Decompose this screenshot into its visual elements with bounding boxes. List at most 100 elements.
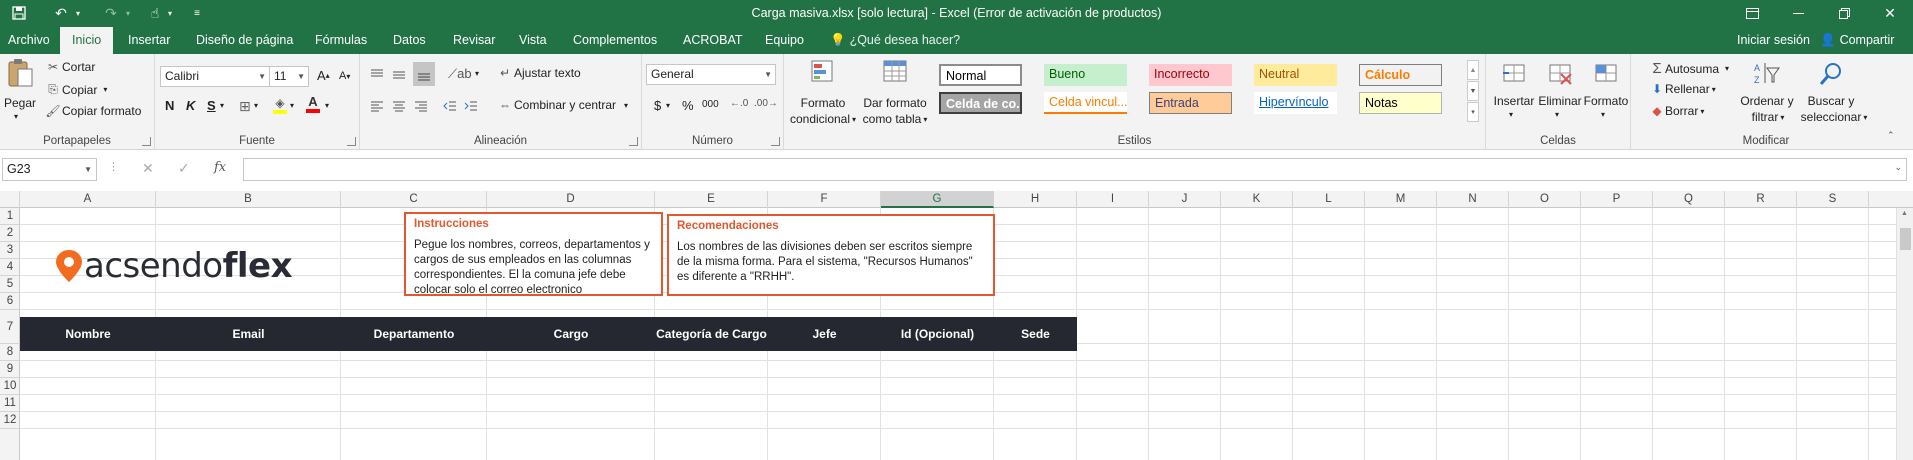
row-header-3[interactable]: 3 bbox=[0, 242, 20, 259]
column-header-q[interactable]: Q bbox=[1653, 191, 1725, 208]
row-header-1[interactable]: 1 bbox=[0, 208, 20, 225]
row-header-9[interactable]: 9 bbox=[0, 361, 20, 378]
tab-complementos[interactable]: Complementos bbox=[565, 27, 665, 54]
format-cells-button[interactable]: Formato bbox=[1580, 94, 1632, 108]
fill-color-button[interactable]: ◈ bbox=[272, 96, 288, 114]
column-header-d[interactable]: D bbox=[487, 191, 655, 208]
autosum-button[interactable]: Σ Autosuma ▾ bbox=[1649, 60, 1729, 77]
shrink-font-button[interactable]: A ▾ bbox=[339, 70, 350, 82]
underline-dropdown-icon[interactable]: ▾ bbox=[220, 101, 224, 110]
format-painter-button[interactable]: 🖌 Copiar formato bbox=[44, 104, 141, 118]
style-bueno[interactable]: Bueno bbox=[1044, 64, 1127, 86]
row-header-2[interactable]: 2 bbox=[0, 225, 20, 242]
font-name-select[interactable]: Calibri ▼ bbox=[160, 66, 270, 87]
cancel-entry-icon[interactable]: ✕ bbox=[142, 160, 154, 177]
conditional-format-icon[interactable] bbox=[798, 58, 848, 86]
increase-decimal-icon[interactable]: ←.0 bbox=[730, 98, 748, 109]
styles-scroll-down-icon[interactable]: ▼ bbox=[1467, 81, 1479, 101]
name-box-dropdown-icon[interactable]: ▼ bbox=[84, 159, 92, 180]
align-bottom-icon[interactable] bbox=[413, 62, 435, 86]
tab-diseno-pagina[interactable]: Diseño de página bbox=[188, 27, 301, 54]
style-celda-comprobacion[interactable]: Celda de co... bbox=[939, 92, 1022, 114]
delete-cells-icon[interactable] bbox=[1540, 58, 1580, 90]
tab-insertar[interactable]: Insertar bbox=[120, 27, 178, 54]
font-color-button[interactable]: A bbox=[305, 94, 321, 113]
insert-cells-icon[interactable] bbox=[1494, 58, 1534, 90]
row-header-7[interactable]: 7 bbox=[0, 310, 20, 344]
tab-formulas[interactable]: Fórmulas bbox=[307, 27, 375, 54]
column-header-h[interactable]: H bbox=[994, 191, 1077, 208]
column-header-l[interactable]: L bbox=[1293, 191, 1365, 208]
align-right-icon[interactable] bbox=[414, 96, 432, 116]
style-notas[interactable]: Notas bbox=[1359, 92, 1442, 114]
numero-launcher-icon[interactable] bbox=[771, 137, 780, 146]
format-dropdown-icon[interactable]: ▾ bbox=[1601, 110, 1605, 119]
alineacion-launcher-icon[interactable] bbox=[629, 137, 638, 146]
styles-scroll-up-icon[interactable]: ▲ bbox=[1467, 60, 1479, 80]
column-header-r[interactable]: R bbox=[1725, 191, 1797, 208]
scroll-thumb[interactable] bbox=[1900, 228, 1911, 250]
copy-dropdown-icon[interactable]: ▾ bbox=[103, 85, 107, 94]
column-header-f[interactable]: F bbox=[768, 191, 881, 208]
row-header-5[interactable]: 5 bbox=[0, 276, 20, 293]
restore-icon[interactable] bbox=[1821, 0, 1867, 27]
align-left-icon[interactable] bbox=[370, 96, 388, 116]
conditional-format-button[interactable]: condicional ▾ bbox=[788, 112, 858, 126]
header-id-opcional[interactable]: Id (Opcional) bbox=[881, 317, 994, 351]
header-categoria-cargo[interactable]: Categoría de Cargo bbox=[655, 317, 768, 351]
tab-equipo[interactable]: Equipo bbox=[757, 27, 812, 54]
vertical-scrollbar[interactable]: ▲ bbox=[1896, 208, 1913, 460]
style-entrada[interactable]: Entrada bbox=[1149, 92, 1232, 114]
align-top-icon[interactable] bbox=[370, 64, 388, 84]
row-header-11[interactable]: 11 bbox=[0, 395, 20, 412]
sign-in-link[interactable]: Iniciar sesión bbox=[1737, 27, 1810, 54]
wrap-text-button[interactable]: ↵ Ajustar texto bbox=[496, 66, 581, 80]
column-header-m[interactable]: M bbox=[1365, 191, 1437, 208]
tab-revisar[interactable]: Revisar bbox=[445, 27, 503, 54]
thousands-button[interactable]: 000 bbox=[702, 99, 719, 110]
clear-button[interactable]: ◆ Borrar ▾ bbox=[1649, 104, 1704, 118]
font-size-select[interactable]: 11 ▼ bbox=[269, 66, 309, 87]
sort-filter-button[interactable]: filtrar ▾ bbox=[1743, 110, 1793, 124]
autosum-dropdown-icon[interactable]: ▾ bbox=[1725, 64, 1729, 73]
tab-archivo[interactable]: Archivo bbox=[0, 27, 58, 54]
borders-dropdown-icon[interactable]: ▾ bbox=[254, 101, 258, 110]
copy-button[interactable]: ⎘ Copiar ▾ bbox=[44, 82, 107, 97]
insert-dropdown-icon[interactable]: ▾ bbox=[1509, 110, 1513, 119]
confirm-entry-icon[interactable]: ✓ bbox=[178, 160, 190, 177]
fill-color-dropdown-icon[interactable]: ▾ bbox=[290, 101, 294, 110]
row-header-4[interactable]: 4 bbox=[0, 259, 20, 276]
collapse-ribbon-icon[interactable]: ⌃ bbox=[1887, 130, 1895, 141]
sort-filter-icon[interactable]: AZ bbox=[1747, 58, 1787, 90]
header-departamento[interactable]: Departamento bbox=[341, 317, 487, 351]
conditional-format-label1[interactable]: Formato bbox=[792, 96, 854, 110]
insert-cells-button[interactable]: Insertar bbox=[1488, 94, 1540, 108]
style-normal[interactable]: Normal bbox=[939, 64, 1022, 86]
column-header-b[interactable]: B bbox=[156, 191, 341, 208]
paste-button[interactable]: Pegar bbox=[4, 96, 36, 110]
expand-formula-icon[interactable]: ⌄ bbox=[1894, 162, 1902, 173]
bold-button[interactable]: N bbox=[165, 98, 174, 113]
header-email[interactable]: Email bbox=[156, 317, 341, 351]
scroll-up-icon[interactable]: ▲ bbox=[1901, 210, 1908, 217]
style-calculo[interactable]: Cálculo bbox=[1359, 64, 1442, 86]
select-all-corner[interactable] bbox=[0, 191, 20, 208]
tab-acrobat[interactable]: ACROBAT bbox=[675, 27, 751, 54]
delete-dropdown-icon[interactable]: ▾ bbox=[1555, 110, 1559, 119]
minimize-icon[interactable] bbox=[1775, 0, 1821, 27]
tab-vista[interactable]: Vista bbox=[511, 27, 555, 54]
decrease-decimal-icon[interactable]: .00→ bbox=[754, 98, 778, 109]
header-sede[interactable]: Sede bbox=[994, 317, 1077, 351]
column-header-c[interactable]: C bbox=[341, 191, 487, 208]
share-button[interactable]: 👤 Compartir bbox=[1820, 27, 1894, 54]
fill-button[interactable]: ⬇ Rellenar ▾ bbox=[1649, 82, 1716, 96]
delete-cells-button[interactable]: Eliminar bbox=[1534, 94, 1586, 108]
row-header-6[interactable]: 6 bbox=[0, 293, 20, 310]
align-center-icon[interactable] bbox=[392, 96, 410, 116]
tab-datos[interactable]: Datos bbox=[385, 27, 434, 54]
find-select-label1[interactable]: Buscar y bbox=[1803, 94, 1859, 108]
cut-button[interactable]: ✂ Cortar bbox=[44, 60, 95, 74]
tab-inicio[interactable]: Inicio bbox=[60, 27, 114, 54]
italic-button[interactable]: K bbox=[186, 98, 195, 113]
ribbon-display-icon[interactable] bbox=[1729, 0, 1775, 27]
